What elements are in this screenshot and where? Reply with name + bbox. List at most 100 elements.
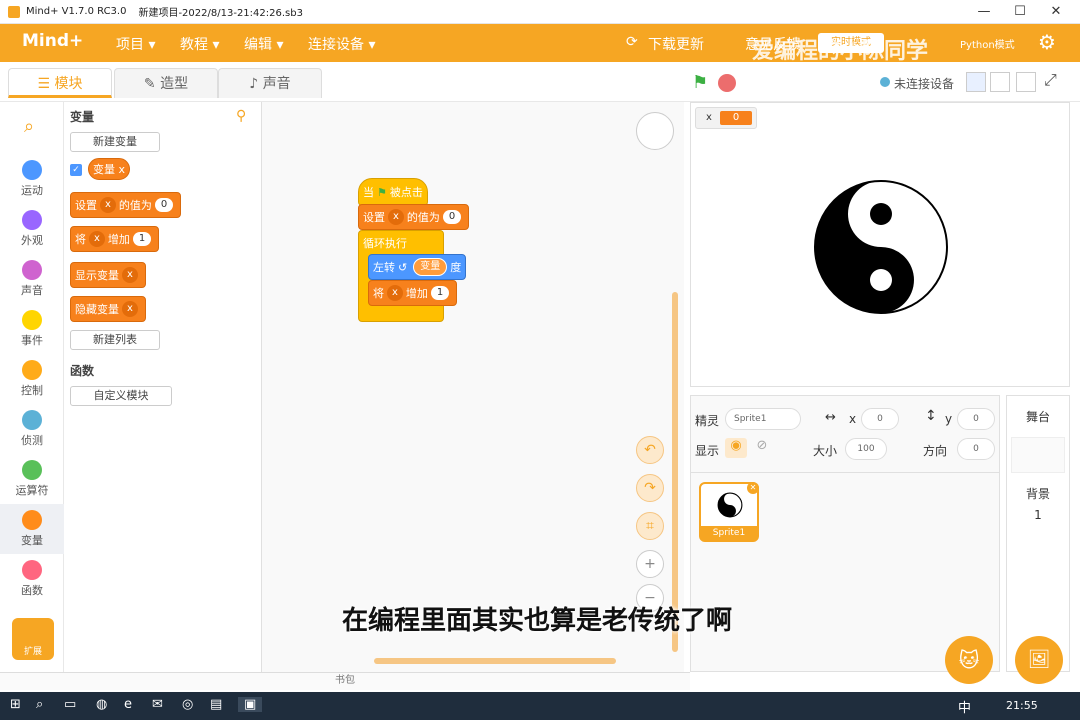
hide-variable-block[interactable]: 隐藏变量 x [70, 296, 146, 322]
category-8[interactable]: 变量 [0, 504, 64, 554]
app-title: Mind+ V1.7.0 RC3.0 [26, 6, 127, 17]
menu-project[interactable]: 项目 ▾ [116, 34, 155, 54]
direction-label: 方向 [923, 444, 948, 458]
redo-icon[interactable]: ↷ [636, 474, 664, 502]
yinyang-sprite-icon[interactable] [811, 177, 951, 317]
sprite-thumbnail[interactable]: ✕ Sprite1 [699, 482, 759, 542]
category-3[interactable]: 声音 [0, 254, 64, 304]
undo-icon[interactable]: ↶ [636, 436, 664, 464]
green-flag-icon[interactable]: ⚑ [692, 72, 708, 93]
vertical-scrollbar[interactable] [672, 292, 678, 652]
category-dot-icon [22, 160, 42, 180]
folder-icon[interactable]: ▤ [210, 697, 222, 712]
stage[interactable]: x 0 [690, 102, 1070, 387]
category-dot-icon [22, 510, 42, 530]
script-area[interactable]: 当 ⚑ 被点击 设置 x 的值为 0 循环执行 左转 ↺ 变量度 将 x 增加 1 ↶ ↷ ⌗ + … [262, 102, 684, 672]
extensions-button[interactable]: 扩展 [12, 618, 54, 660]
crop-icon[interactable]: ⌗ [636, 512, 664, 540]
pin-icon[interactable]: ⚲ [236, 108, 246, 124]
tab-sounds[interactable]: ♪ 声音 [218, 68, 322, 98]
section-functions: 函数 [70, 364, 95, 378]
category-6[interactable]: 侦测 [0, 404, 64, 454]
category-9[interactable]: 函数 [0, 554, 64, 604]
stop-icon[interactable] [718, 74, 736, 92]
tab-costumes[interactable]: ✎ 造型 [114, 68, 218, 98]
maximize-button[interactable]: ☐ [1002, 0, 1038, 24]
set-x-block[interactable]: 设置 x 的值为 0 [358, 204, 470, 230]
zoom-in-icon[interactable]: + [636, 550, 664, 578]
turn-left-block[interactable]: 左转 ↺ 变量度 [368, 254, 467, 280]
panel-divider [691, 472, 999, 473]
windows-taskbar: ⊞ ⌕ ▭ ◍ e ✉ ◎ ▤ ▣ 中 21:55 [0, 692, 1080, 720]
backdrop-label: 背景 [1025, 487, 1050, 501]
new-variable-button[interactable]: 新建变量 [70, 132, 160, 152]
edge-icon[interactable]: e [124, 697, 132, 712]
category-dot-icon [22, 210, 42, 230]
category-dot-icon [22, 360, 42, 380]
category-label: 变量 [21, 534, 43, 547]
minimize-button[interactable]: — [966, 0, 1002, 24]
section-variables: 变量 [70, 110, 95, 124]
normal-stage-icon[interactable] [990, 72, 1010, 92]
eye-hidden-icon[interactable]: ⊘ [751, 438, 773, 458]
device-status-icon [880, 77, 890, 87]
browser-icon[interactable]: ◍ [96, 697, 107, 712]
when-flag-clicked-block[interactable]: 当 ⚑ 被点击 [358, 178, 428, 206]
wechat-icon[interactable]: ✉ [152, 697, 163, 712]
menu-tutorial[interactable]: 教程 ▾ [180, 34, 219, 54]
sprite-label: 精灵 [695, 414, 720, 428]
yinyang-thumb-icon [717, 492, 743, 518]
large-stage-icon[interactable] [1016, 72, 1036, 92]
direction-input[interactable]: 0 [957, 438, 995, 460]
fullscreen-icon[interactable]: ⤢ [1044, 70, 1057, 90]
menu-edit[interactable]: 编辑 ▾ [244, 34, 283, 54]
small-stage-icon[interactable] [966, 72, 986, 92]
category-7[interactable]: 运算符 [0, 454, 64, 504]
custom-block-button[interactable]: 自定义模块 [70, 386, 172, 406]
stage-selector-panel[interactable]: 舞台 背景 1 🖼 [1006, 395, 1070, 684]
category-dot-icon [22, 410, 42, 430]
mindplus-taskbar-icon[interactable]: ▣ [238, 697, 263, 712]
category-5[interactable]: 控制 [0, 354, 64, 404]
add-sprite-cat-icon[interactable]: 🐱 [945, 636, 993, 684]
y-position-input[interactable]: 0 [957, 408, 995, 430]
python-mode-toggle[interactable]: Python模式 [960, 36, 1015, 51]
category-label: 外观 [21, 234, 43, 247]
settings-gear-icon[interactable]: ⚙ [1038, 30, 1056, 54]
category-label: 侦测 [21, 434, 43, 447]
tab-blocks[interactable]: ☰ 模块 [8, 68, 112, 98]
download-update-button[interactable]: 下载更新 [648, 34, 704, 54]
x-position-input[interactable]: 0 [861, 408, 899, 430]
search-taskbar-icon[interactable]: ⌕ [36, 697, 43, 712]
delete-sprite-icon[interactable]: ✕ [747, 482, 759, 494]
backpack-bar[interactable]: 书包 [0, 672, 690, 690]
category-1[interactable]: 运动 [0, 154, 64, 204]
category-2[interactable]: 外观 [0, 204, 64, 254]
close-window-button[interactable]: ✕ [1038, 0, 1074, 24]
ime-indicator[interactable]: 中 [958, 697, 971, 716]
change-x-block[interactable]: 将 x 增加 1 [368, 280, 458, 306]
horizontal-scrollbar[interactable] [374, 658, 616, 664]
variable-checkbox[interactable]: ✓ [70, 164, 82, 176]
sprite-name-input[interactable]: Sprite1 [725, 408, 801, 430]
size-input[interactable]: 100 [845, 438, 887, 460]
category-label: 运算符 [15, 484, 49, 497]
clock[interactable]: 21:55 [1006, 699, 1038, 712]
variable-reporter[interactable]: 变量 x [88, 158, 131, 180]
show-variable-block[interactable]: 显示变量 x [70, 262, 146, 288]
blocks-icon: ☰ [37, 76, 55, 92]
chrome-icon[interactable]: ◎ [182, 697, 193, 712]
stage-thumbnail[interactable] [1011, 437, 1065, 473]
category-4[interactable]: 事件 [0, 304, 64, 354]
set-variable-block[interactable]: 设置 x 的值为 0 [70, 192, 182, 218]
task-view-icon[interactable]: ▭ [64, 697, 76, 712]
eye-visible-icon[interactable]: ◉ [725, 438, 747, 458]
category-label: 运动 [21, 184, 43, 197]
add-backdrop-icon[interactable]: 🖼 [1015, 636, 1063, 684]
change-variable-block[interactable]: 将 x 增加 1 [70, 226, 160, 252]
menu-connect-device[interactable]: 连接设备 ▾ [308, 34, 375, 54]
windows-start-icon[interactable]: ⊞ [10, 697, 21, 712]
new-list-button[interactable]: 新建列表 [70, 330, 160, 350]
search-icon[interactable]: ⌕ [24, 116, 34, 137]
category-dot-icon [22, 260, 42, 280]
